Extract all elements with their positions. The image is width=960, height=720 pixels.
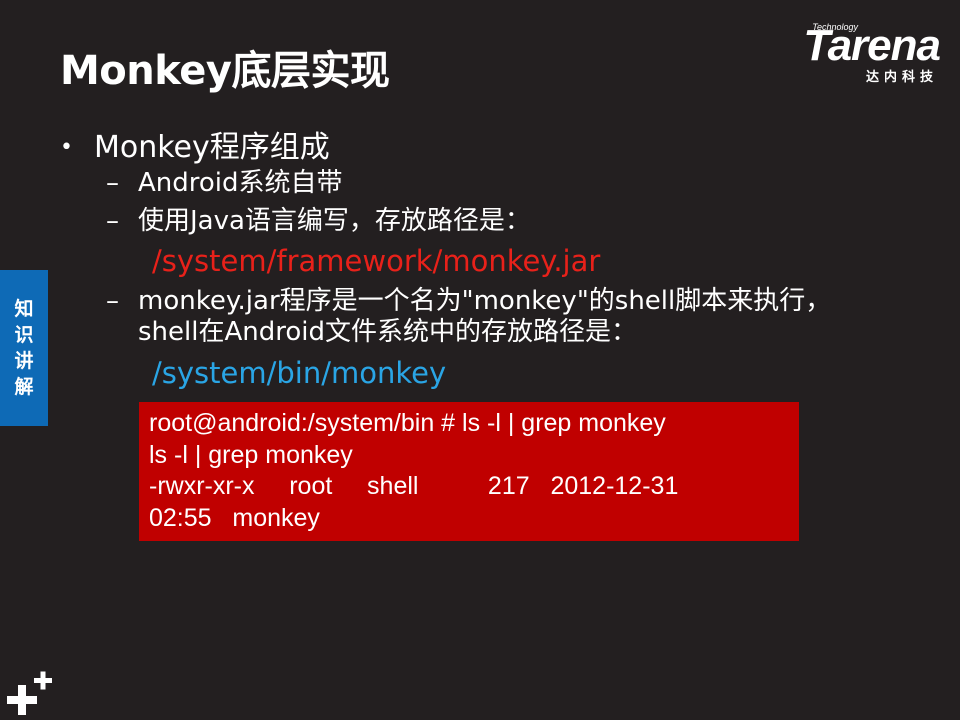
monkey-bin-path: /system/bin/monkey: [152, 356, 447, 390]
shell-line-2: shell在Android文件系统中的存放路径是：: [138, 317, 637, 347]
terminal-line: 02:55 monkey: [149, 503, 320, 532]
sub-item-java: – 使用Java语言编写，存放路径是：: [106, 206, 531, 236]
sub-item-text: Android系统自带: [138, 168, 343, 198]
shell-line-1-text: monkey.jar程序是一个名为"monkey"的shell脚本来执行，: [138, 286, 832, 316]
sub-item-android-builtin: – Android系统自带: [106, 168, 343, 198]
side-tab-knowledge[interactable]: 知 识 讲 解: [0, 270, 48, 426]
sub-item-shell-script: – monkey.jar程序是一个名为"monkey"的shell脚本来执行， s…: [106, 286, 831, 348]
dash-marker: –: [106, 206, 119, 236]
dash-marker: –: [106, 168, 119, 198]
plus-plus-icon: [7, 671, 52, 715]
dash-marker: –: [106, 286, 119, 316]
terminal-line: ls -l | grep monkey: [149, 440, 353, 469]
bullet-monkey-composition: • Monkey程序组成: [60, 122, 330, 166]
terminal-line: root@android:/system/bin # ls -l | grep …: [149, 409, 666, 437]
side-tab-char: 识: [14, 324, 34, 346]
monkey-jar-path: /system/framework/monkey.jar: [152, 244, 601, 278]
bullet-text: Monkey程序组成: [94, 130, 330, 165]
side-tab-char: 解: [14, 376, 34, 398]
logo-subtitle: 达内科技: [865, 70, 938, 85]
terminal-line: -rwxr-xr-x root shell 217 2012-12-31: [149, 472, 679, 500]
logo-brand-text: Tarena: [803, 21, 941, 70]
terminal-output-box: root@android:/system/bin # ls -l | grep …: [139, 402, 799, 541]
slide-title: Monkey底层实现: [60, 48, 390, 94]
side-tab-char: 讲: [14, 350, 34, 372]
bullet-dot: •: [60, 135, 73, 160]
sub-item-text: 使用Java语言编写，存放路径是：: [138, 206, 531, 236]
side-tab-char: 知: [14, 298, 34, 320]
shell-line-1: – monkey.jar程序是一个名为"monkey"的shell脚本来执行，: [106, 286, 831, 317]
tarena-logo: Technology Tarena 达内科技: [770, 21, 941, 86]
